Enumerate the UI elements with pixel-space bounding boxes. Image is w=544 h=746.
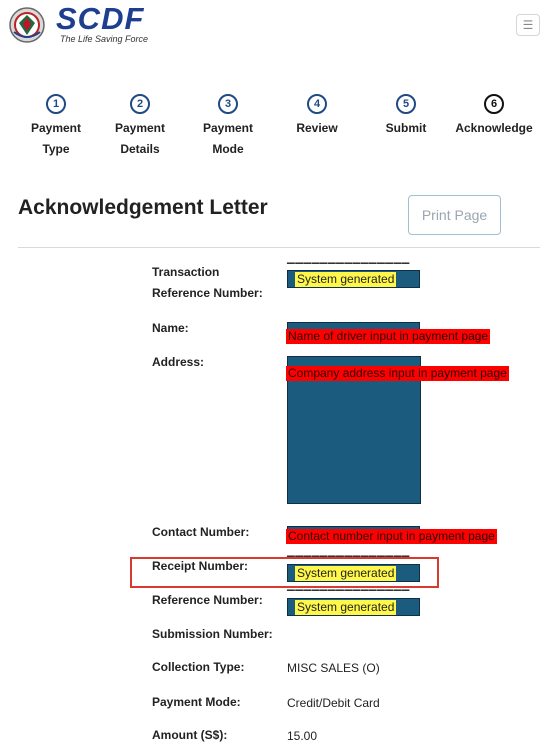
step-label: Payment Mode bbox=[202, 121, 254, 156]
name-label: Name: bbox=[152, 321, 189, 335]
contact-number-label: Contact Number: bbox=[152, 525, 250, 539]
step-number-circle: 5 bbox=[396, 94, 416, 114]
step-number-circle: 2 bbox=[130, 94, 150, 114]
address-note: Company address input in payment page bbox=[286, 366, 509, 381]
step-label: Review bbox=[296, 121, 338, 135]
transaction-reference-label: Transaction Reference Number: bbox=[152, 265, 263, 300]
step-number-circle: 3 bbox=[218, 94, 238, 114]
step-review: 4 Review bbox=[267, 94, 367, 139]
transaction-reference-note: System generated bbox=[295, 272, 397, 287]
receipt-number-label: Receipt Number: bbox=[152, 559, 249, 573]
reference-number-note: System generated bbox=[295, 600, 397, 615]
contact-number-note: Contact number input in payment page bbox=[286, 529, 497, 544]
step-payment-details: 2 Payment Details bbox=[90, 94, 190, 160]
reference-number-label: Reference Number: bbox=[152, 593, 263, 607]
step-label: Submit bbox=[385, 121, 427, 135]
step-acknowledge: 6 Acknowledge bbox=[444, 94, 544, 139]
amount-value: 15.00 bbox=[287, 729, 318, 743]
page-title: Acknowledgement Letter bbox=[18, 196, 268, 219]
print-page-button[interactable]: Print Page bbox=[408, 195, 501, 235]
menu-button[interactable]: ☰ bbox=[516, 14, 540, 36]
logo-text: SCDF bbox=[56, 1, 145, 36]
address-label: Address: bbox=[152, 355, 205, 369]
divider bbox=[18, 247, 540, 248]
payment-mode-label: Payment Mode: bbox=[152, 695, 241, 709]
collection-type-label: Collection Type: bbox=[152, 660, 245, 674]
collection-type-value: MISC SALES (O) bbox=[287, 661, 380, 675]
scdf-emblem-icon bbox=[8, 6, 46, 44]
step-number-circle: 1 bbox=[46, 94, 66, 114]
step-submit: 5 Submit bbox=[356, 94, 456, 139]
step-number-circle: 6 bbox=[484, 94, 504, 114]
submission-number-label: Submission Number: bbox=[152, 627, 273, 641]
logo-tagline: The Life Saving Force bbox=[60, 34, 149, 44]
amount-label: Amount (S$): bbox=[152, 728, 228, 742]
payment-mode-value: Credit/Debit Card bbox=[287, 696, 380, 710]
hamburger-icon: ☰ bbox=[522, 18, 534, 32]
step-label: Payment Details bbox=[114, 121, 166, 156]
receipt-number-note: System generated bbox=[295, 566, 397, 581]
step-payment-mode: 3 Payment Mode bbox=[178, 94, 278, 160]
name-note: Name of driver input in payment page bbox=[286, 329, 491, 344]
step-label: Acknowledge bbox=[455, 121, 533, 135]
step-number-circle: 4 bbox=[307, 94, 327, 114]
